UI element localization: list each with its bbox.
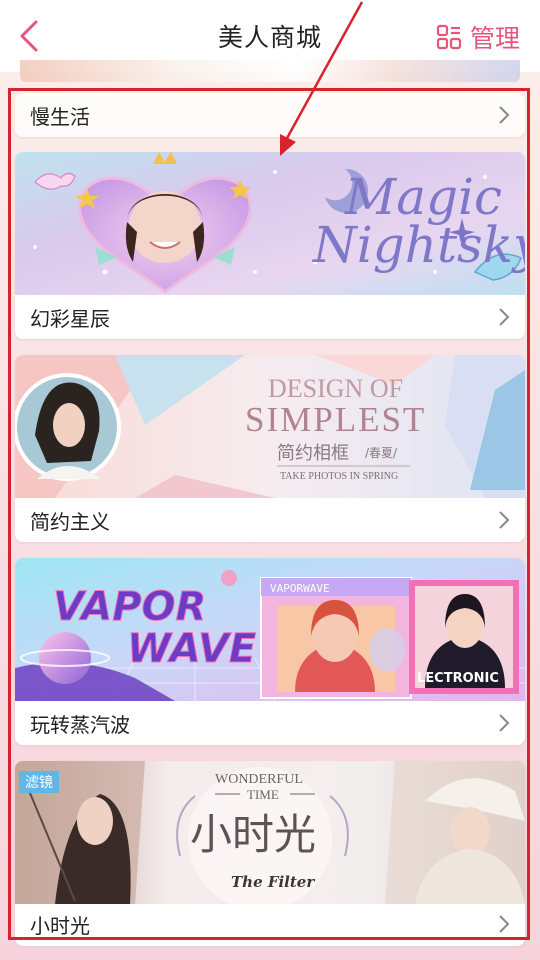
list-item-vaporwave[interactable]: VAPOR WAVE VAPORWAVE LECTRONIC 玩转蒸汽波 — [15, 558, 525, 745]
list-item-label: 玩转蒸汽波 — [30, 712, 130, 737]
nightsky-text: Nightsky — [312, 216, 525, 274]
take-photos-text: TAKE PHOTOS IN SPRING — [280, 471, 398, 482]
manage-button[interactable]: 管理 — [436, 20, 520, 54]
list-item-row[interactable]: 简约主义 — [15, 498, 525, 542]
simplest-text: SIMPLEST — [245, 400, 426, 439]
chevron-right-icon — [499, 714, 510, 732]
list-item-magic-nightsky[interactable]: Magic Nightsky 幻彩星辰 — [15, 152, 525, 339]
chevron-right-icon — [499, 915, 510, 933]
the-filter-text: The Filter — [231, 873, 315, 891]
list-item-label: 小时光 — [30, 913, 90, 938]
chevron-right-icon — [499, 511, 510, 529]
list-item-row[interactable]: 小时光 — [15, 902, 525, 946]
list-item-label: 幻彩星辰 — [30, 306, 110, 331]
banner-simplest[interactable]: DESIGN OF SIMPLEST 简约相框 /春夏/ TAKE PHOTOS… — [15, 355, 525, 498]
previous-card-peek — [20, 60, 520, 82]
chevron-right-icon — [499, 308, 510, 326]
manage-label: 管理 — [469, 24, 520, 53]
list-item-label: 简约主义 — [30, 509, 110, 534]
magic-nightsky-artwork: Magic Nightsky — [15, 152, 525, 295]
list-item-row[interactable]: 玩转蒸汽波 — [15, 701, 525, 745]
vaporwave-artwork: VAPOR WAVE VAPORWAVE LECTRONIC — [15, 558, 525, 701]
banner-magic-nightsky[interactable]: Magic Nightsky — [15, 152, 525, 295]
list-item-row[interactable]: 慢生活 — [15, 93, 525, 137]
time-text: TIME — [247, 787, 279, 802]
spring-summer-text: /春夏/ — [365, 446, 398, 460]
vapor-text: VAPOR — [53, 584, 206, 630]
window-title-text: VAPORWAVE — [270, 582, 330, 595]
banner-wonderful-time[interactable]: WONDERFUL TIME 小时光 The Filter 滤镜 — [15, 761, 525, 904]
chevron-right-icon — [499, 106, 510, 124]
electronic-tag-text: LECTRONIC — [417, 671, 499, 686]
design-of-text: DESIGN OF — [268, 374, 403, 403]
simplest-artwork: DESIGN OF SIMPLEST 简约相框 /春夏/ TAKE PHOTOS… — [15, 355, 525, 498]
list-item-simplest[interactable]: DESIGN OF SIMPLEST 简约相框 /春夏/ TAKE PHOTOS… — [15, 355, 525, 542]
list-item-slow-life[interactable]: 慢生活 — [15, 93, 525, 137]
filter-tag: 滤镜 — [19, 771, 59, 793]
list-item-row[interactable]: 幻彩星辰 — [15, 295, 525, 339]
wonderful-time-artwork: WONDERFUL TIME 小时光 The Filter — [15, 761, 525, 904]
grid-manage-icon — [436, 24, 462, 50]
list-item-label: 慢生活 — [30, 104, 90, 129]
frame-text: 简约相框 — [277, 443, 349, 464]
little-time-title: 小时光 — [190, 810, 316, 859]
banner-vaporwave[interactable]: VAPOR WAVE VAPORWAVE LECTRONIC — [15, 558, 525, 701]
wave-text: WAVE — [127, 626, 256, 672]
list-item-wonderful-time[interactable]: WONDERFUL TIME 小时光 The Filter 滤镜 小时光 — [15, 761, 525, 946]
wonderful-text: WONDERFUL — [215, 772, 303, 787]
